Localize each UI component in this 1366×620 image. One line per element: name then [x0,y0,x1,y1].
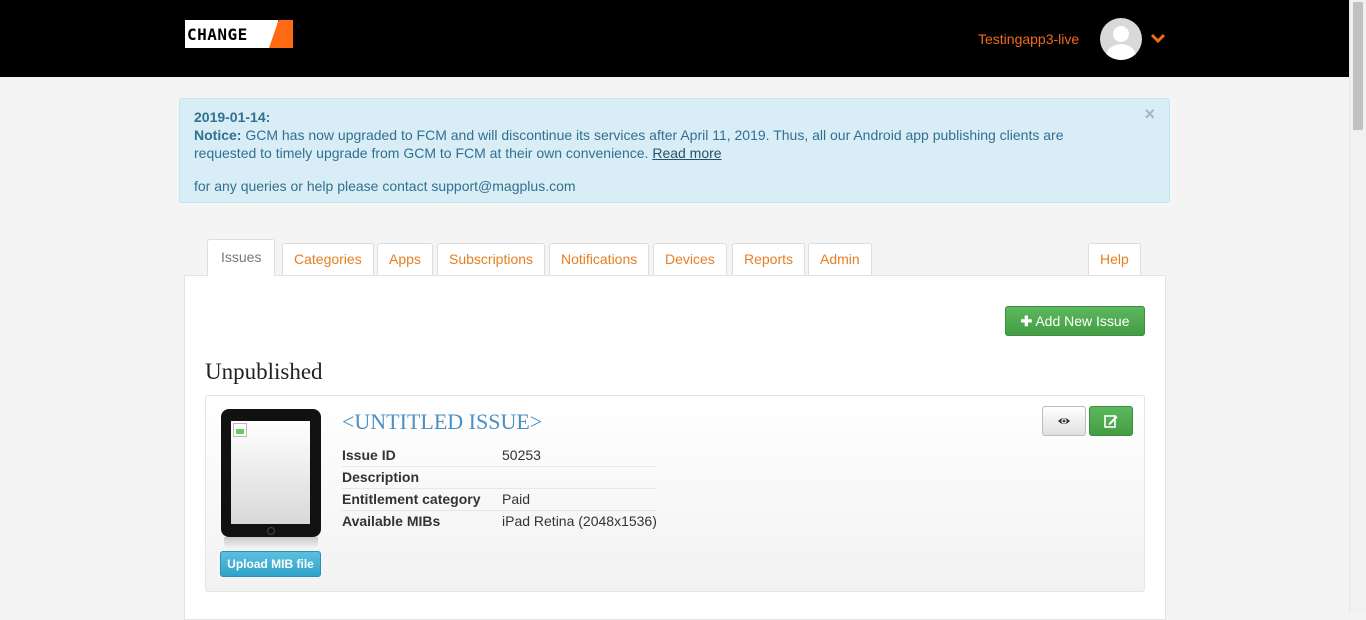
detail-row: Entitlement category Paid [342,489,656,511]
top-navbar: CHANGE Testingapp3-live [0,0,1349,77]
broken-image-icon [233,423,247,437]
detail-key: Description [342,469,420,485]
ipad-reflection [224,537,318,549]
scrollbar-thumb[interactable] [1353,2,1363,130]
detail-row: Issue ID 50253 [342,445,656,467]
user-silhouette-icon [1105,26,1137,60]
cover-screen [231,421,310,524]
detail-value: Paid [502,491,531,507]
notice-label: Notice: [194,127,242,143]
tab-apps[interactable]: Apps [377,243,433,276]
detail-row: Available MIBs iPad Retina (2048x1536) [342,511,657,532]
home-button-icon [267,527,275,535]
section-title: Unpublished [205,359,323,384]
add-new-issue-button[interactable]: ✚ Add New Issue [1005,306,1145,336]
notice-text: Notice: GCM has now upgraded to FCM and … [194,126,1129,162]
tab-reports[interactable]: Reports [732,243,806,276]
detail-value: 50253 [502,447,541,463]
tab-categories[interactable]: Categories [282,243,374,276]
tab-notifications[interactable]: Notifications [549,243,650,276]
read-more-link[interactable]: Read more [652,145,721,161]
change-logo[interactable]: CHANGE [185,20,293,48]
detail-key: Entitlement category [342,491,481,507]
issue-details: Issue ID 50253 Description Entitlement c… [342,445,657,532]
detail-key: Available MIBs [342,513,441,529]
edit-button[interactable] [1089,406,1133,436]
edit-icon [1104,415,1118,428]
tab-issues[interactable]: Issues [207,239,276,276]
user-name-link[interactable]: Testingapp3-live [978,31,1079,47]
issue-title-link[interactable]: <UNTITLED ISSUE> [342,409,542,435]
tab-help[interactable]: Help [1088,243,1141,276]
chevron-down-icon[interactable] [1150,30,1166,46]
tab-devices[interactable]: Devices [653,243,727,276]
user-avatar[interactable] [1100,18,1142,60]
detail-row: Description [342,467,656,489]
close-icon[interactable]: × [1144,105,1155,123]
detail-key: Issue ID [342,447,396,463]
notice-message: GCM has now upgraded to FCM and will dis… [194,127,1064,161]
notice-contact: for any queries or help please contact s… [194,178,576,194]
tab-subscriptions[interactable]: Subscriptions [437,243,546,276]
eye-icon [1058,418,1070,424]
detail-value: iPad Retina (2048x1536) [502,513,657,529]
plus-icon: ✚ [1020,313,1033,329]
notice-alert: 2019-01-14: Notice: GCM has now upgraded… [179,98,1170,203]
notice-date: 2019-01-14: [194,109,271,125]
add-new-issue-label: Add New Issue [1035,313,1130,329]
issue-cover-thumbnail[interactable] [221,409,321,537]
page-scrollbar[interactable] [1349,0,1366,613]
upload-mib-button[interactable]: Upload MIB file [220,551,321,577]
logo-text: CHANGE [187,25,248,44]
preview-button[interactable] [1042,406,1086,436]
tab-admin[interactable]: Admin [808,243,872,276]
main-tabs: Issues Categories Apps Subscriptions Not… [207,239,1141,276]
